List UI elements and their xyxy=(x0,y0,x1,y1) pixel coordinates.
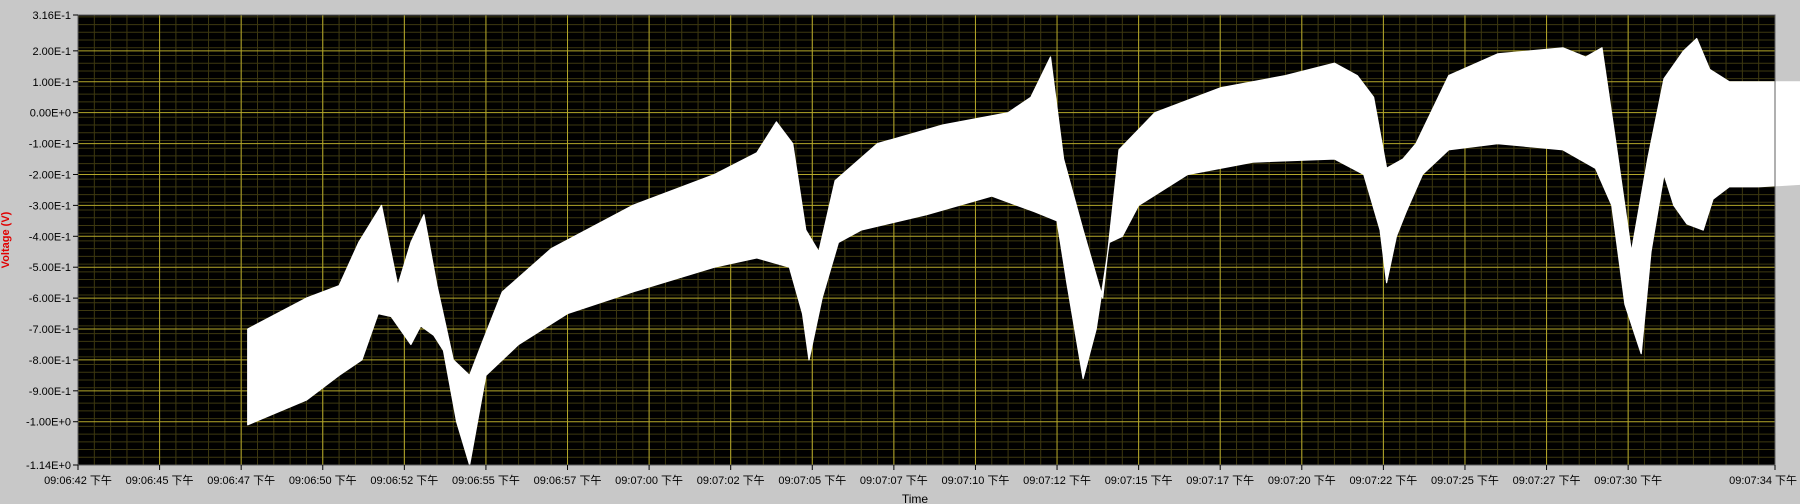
y-tick-label: -5.00E-1 xyxy=(29,262,71,274)
x-tick-label: 09:06:45 下午 xyxy=(126,474,194,487)
y-tick-label: -1.00E-1 xyxy=(29,139,71,151)
x-tick-label: 09:07:34 下午 xyxy=(1729,474,1797,487)
y-tick-label: -3.00E-1 xyxy=(29,200,71,212)
x-tick-label: 09:07:00 下午 xyxy=(615,474,683,487)
x-tick-label: 09:07:22 下午 xyxy=(1349,474,1417,487)
x-tick-label: 09:07:05 下午 xyxy=(778,474,846,487)
y-tick-label: -1.00E+0 xyxy=(26,417,71,429)
x-tick-label: 09:07:20 下午 xyxy=(1268,474,1336,487)
x-tick-label: 09:06:57 下午 xyxy=(534,474,602,487)
x-tick-label: 09:07:30 下午 xyxy=(1594,474,1662,487)
plot-area xyxy=(77,14,1800,466)
x-tick-label: 09:06:47 下午 xyxy=(207,474,275,487)
x-tick-label: 09:07:12 下午 xyxy=(1023,474,1091,487)
y-tick-label: 3.16E-1 xyxy=(32,10,71,22)
y-tick-label: -2.00E-1 xyxy=(29,169,71,181)
y-tick-label: -9.00E-1 xyxy=(29,386,71,398)
x-tick-label: 09:07:10 下午 xyxy=(942,474,1010,487)
x-tick-label: 09:06:42 下午 xyxy=(44,474,112,487)
x-tick-label: 09:07:07 下午 xyxy=(860,474,928,487)
y-tick-label: 0.00E+0 xyxy=(30,108,71,120)
x-tick-label: 09:06:52 下午 xyxy=(370,474,438,487)
y-tick-label: -7.00E-1 xyxy=(29,324,71,336)
x-tick-label: 09:07:27 下午 xyxy=(1513,474,1581,487)
x-tick-label: 09:07:25 下午 xyxy=(1431,474,1499,487)
y-tick-label: 1.00E-1 xyxy=(32,77,71,89)
y-tick-label: -6.00E-1 xyxy=(29,293,71,305)
x-axis-label: Time xyxy=(902,492,929,504)
x-tick-label: 09:07:02 下午 xyxy=(697,474,765,487)
y-tick-label: -1.14E+0 xyxy=(26,460,71,472)
x-tick-label: 09:07:15 下午 xyxy=(1105,474,1173,487)
y-tick-label: -4.00E-1 xyxy=(29,231,71,243)
y-tick-label: 2.00E-1 xyxy=(32,46,71,58)
y-tick-label: -8.00E-1 xyxy=(29,355,71,367)
x-tick-label: 09:07:17 下午 xyxy=(1186,474,1254,487)
y-axis-label: Voltage (V) xyxy=(0,211,12,268)
x-tick-label: 09:06:50 下午 xyxy=(289,474,357,487)
chart: 3.16E-1 2.00E-1 1.00E-1 0.00E+0 -1.00E-1 -2.0… xyxy=(0,0,1800,504)
x-tick-label: 09:06:55 下午 xyxy=(452,474,520,487)
